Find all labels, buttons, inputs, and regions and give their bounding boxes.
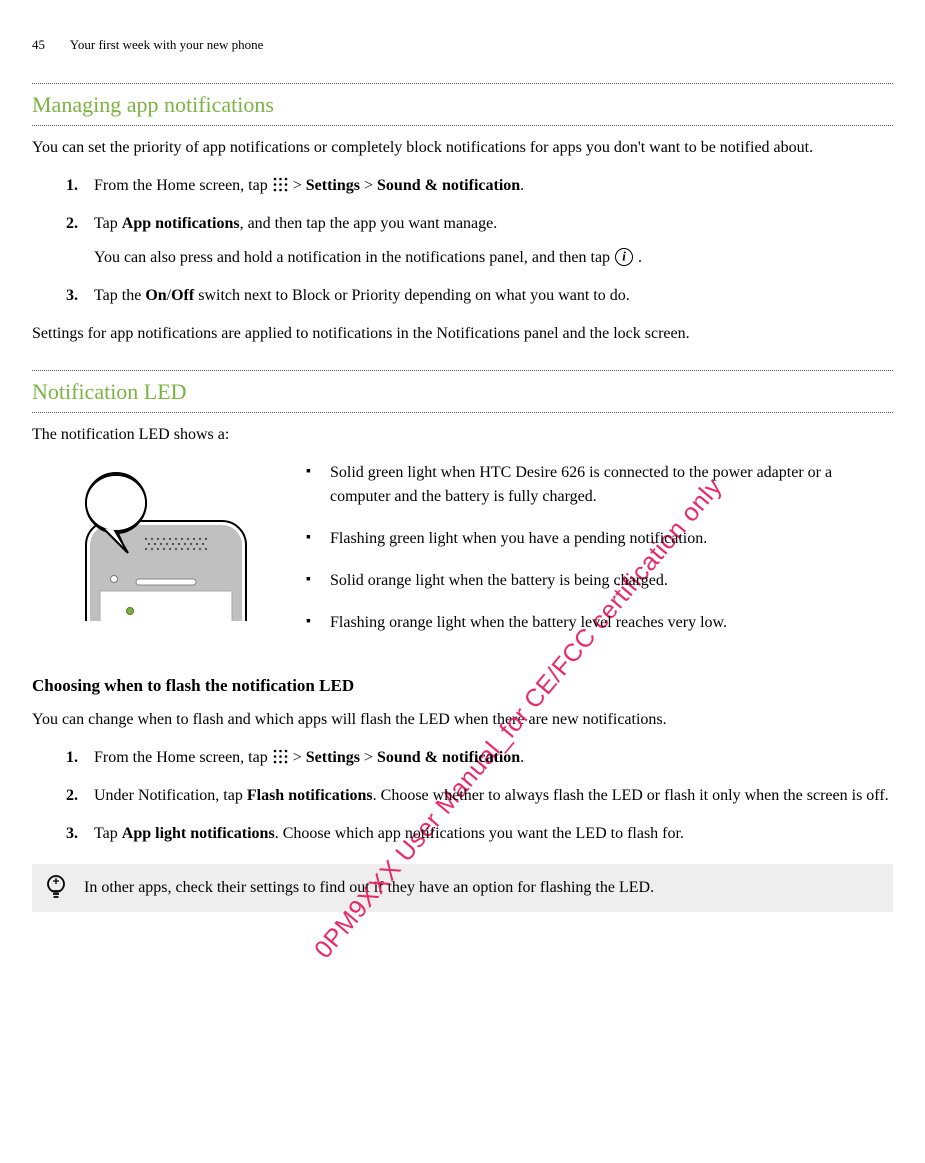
step-text: . Choose whether to always flash the LED… <box>373 787 889 804</box>
step-bold: App light notifications <box>122 825 275 842</box>
apps-grid-icon <box>273 749 288 764</box>
step-bold: Settings <box>306 749 360 766</box>
section-notification-led: Notification LED The notification LED sh… <box>32 370 893 913</box>
section-intro: You can set the priority of app notifica… <box>32 136 893 160</box>
section-title: Notification LED <box>32 375 893 408</box>
section-divider <box>32 125 893 126</box>
step-text: Under Notification, tap <box>94 787 247 804</box>
led-block: Solid green light when HTC Desire 626 is… <box>32 461 893 653</box>
section-divider <box>32 370 893 371</box>
step-text: switch next to Block or Priority dependi… <box>194 287 630 304</box>
substep-text: You can also press and hold a notificati… <box>94 249 614 266</box>
step-text: > <box>289 177 306 194</box>
step-item: Tap App light notifications. Choose whic… <box>66 822 893 846</box>
steps-list: From the Home screen, tap > Settings > S… <box>66 174 893 308</box>
step-item: From the Home screen, tap > Settings > S… <box>66 174 893 198</box>
step-text: From the Home screen, tap <box>94 749 272 766</box>
list-item: Solid green light when HTC Desire 626 is… <box>306 461 893 509</box>
substep-text: . <box>634 249 642 266</box>
apps-grid-icon <box>273 177 288 192</box>
steps-list: From the Home screen, tap > Settings > S… <box>66 746 893 846</box>
chapter-title: Your first week with your new phone <box>70 37 264 52</box>
step-bold: Settings <box>306 177 360 194</box>
step-text: . <box>520 177 524 194</box>
section-intro: The notification LED shows a: <box>32 423 893 447</box>
section-title: Managing app notifications <box>32 88 893 121</box>
step-bold: On <box>145 287 166 304</box>
step-bold: App notifications <box>122 215 240 232</box>
step-text: . <box>520 749 524 766</box>
tip-box: In other apps, check their settings to f… <box>32 864 893 912</box>
led-list: Solid green light when HTC Desire 626 is… <box>306 461 893 653</box>
subsection-title: Choosing when to flash the notification … <box>32 673 893 699</box>
step-text: Tap <box>94 825 122 842</box>
step-bold: Off <box>171 287 194 304</box>
device-figure <box>66 461 276 621</box>
step-item: From the Home screen, tap > Settings > S… <box>66 746 893 770</box>
step-substep: You can also press and hold a notificati… <box>94 246 893 270</box>
step-bold: Flash notifications <box>247 787 373 804</box>
step-text: > <box>360 177 377 194</box>
list-item: Flashing green light when you have a pen… <box>306 527 893 551</box>
info-icon <box>615 248 633 266</box>
step-text: , and then tap the app you want manage. <box>240 215 498 232</box>
section-outro: Settings for app notifications are appli… <box>32 322 893 346</box>
section-divider <box>32 412 893 413</box>
page-header: 45 Your first week with your new phone <box>32 35 893 55</box>
step-text: Tap <box>94 215 122 232</box>
list-item: Flashing orange light when the battery l… <box>306 611 893 635</box>
list-item: Solid orange light when the battery is b… <box>306 569 893 593</box>
step-item: Tap the On/Off switch next to Block or P… <box>66 284 893 308</box>
subsection-intro: You can change when to flash and which a… <box>32 708 893 732</box>
step-text: > <box>360 749 377 766</box>
section-managing-app-notifications: Managing app notifications You can set t… <box>32 83 893 346</box>
step-text: > <box>289 749 306 766</box>
section-divider <box>32 83 893 84</box>
step-bold: Sound & notification <box>377 177 520 194</box>
step-bold: Sound & notification <box>377 749 520 766</box>
step-item: Under Notification, tap Flash notificati… <box>66 784 893 808</box>
page-number: 45 <box>32 35 45 55</box>
step-text: . Choose which app notifications you wan… <box>275 825 684 842</box>
step-text: Tap the <box>94 287 145 304</box>
tip-text: In other apps, check their settings to f… <box>84 876 883 900</box>
bulb-icon <box>42 874 70 902</box>
step-text: From the Home screen, tap <box>94 177 272 194</box>
step-item: Tap App notifications, and then tap the … <box>66 212 893 270</box>
